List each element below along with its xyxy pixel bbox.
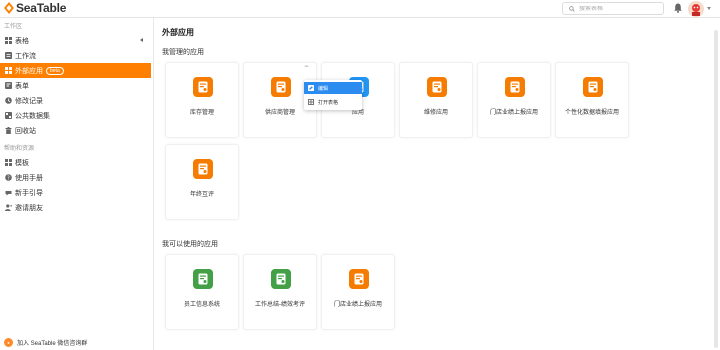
sidebar-item-label: 表单 bbox=[15, 82, 29, 90]
apps-icon bbox=[4, 67, 12, 75]
sidebar-item-label: 邀请朋友 bbox=[15, 204, 43, 212]
guide-icon bbox=[4, 189, 12, 197]
workspace-section-title: 工作区 bbox=[4, 24, 23, 30]
sidebar-item-label: 新手引导 bbox=[15, 189, 43, 197]
join-wechat-group-link[interactable]: ● 加入 SeaTable 微信咨询群 bbox=[4, 338, 87, 347]
sidebar-item-templates[interactable]: 模板 bbox=[0, 155, 153, 170]
search-icon bbox=[569, 5, 575, 12]
search-box[interactable] bbox=[562, 2, 664, 15]
sidebar-item-label: 回收站 bbox=[15, 127, 36, 135]
sidebar-item-guide[interactable]: 新手引导 bbox=[0, 185, 153, 200]
app-card-label: 员工信息系统 bbox=[183, 302, 220, 308]
app-card-label: 门店业绩上报应用 bbox=[333, 302, 382, 308]
app-name: SeaTable bbox=[16, 1, 67, 15]
sidebar-item-label: 工作流 bbox=[15, 52, 36, 60]
app-card[interactable]: 库存管理 bbox=[165, 62, 239, 138]
app-card[interactable]: 门店业绩上报应用 bbox=[477, 62, 551, 138]
sidebar-item-history[interactable]: 修改记录 bbox=[0, 93, 153, 108]
usable-apps-title: 我可以使用的应用 bbox=[162, 241, 218, 248]
sidebar-item-invite[interactable]: 邀请朋友 bbox=[0, 200, 153, 215]
my-apps-title: 我管理的应用 bbox=[162, 49, 204, 56]
app-icon bbox=[427, 77, 447, 97]
sidebar-item-label: 公共数据集 bbox=[15, 112, 50, 120]
table-icon bbox=[308, 99, 314, 105]
logo[interactable]: SeaTable bbox=[4, 1, 66, 15]
app-card-label: 维修应用 bbox=[423, 110, 448, 116]
scrollbar-thumb[interactable] bbox=[714, 30, 718, 348]
app-card-label: 个性化数据填报应用 bbox=[564, 110, 619, 116]
app-card-label: 门店业绩上报应用 bbox=[489, 110, 538, 116]
app-card[interactable]: 门店业绩上报应用 bbox=[321, 254, 395, 330]
seatable-logo-icon bbox=[4, 2, 14, 14]
chevron-left-icon[interactable] bbox=[140, 38, 143, 42]
avatar[interactable] bbox=[688, 1, 704, 17]
sidebar-item-label: 修改记录 bbox=[15, 97, 43, 105]
main-content: 外部应用 我管理的应用 库存管理 供应商管理 应用 维修应用 门店业绩上报应用 个性化数据… bbox=[154, 18, 720, 350]
app-card-label: 工作总结-绩效考评 bbox=[255, 302, 305, 308]
menu-item-label: 编辑 bbox=[318, 85, 329, 92]
app-card-label: 年终互评 bbox=[189, 192, 214, 198]
sidebar-item-label: 使用手册 bbox=[15, 174, 43, 182]
sidebar-item-label: 外部应用 bbox=[15, 67, 43, 75]
avatar-image bbox=[688, 1, 704, 17]
app-icon bbox=[271, 77, 291, 97]
app-icon bbox=[193, 77, 213, 97]
sidebar-item-trash[interactable]: 回收站 bbox=[0, 123, 153, 138]
sidebar: 工作区 表格 工作流 外部应用 beta 表单 修改记录 公共数据集 回收站 帮… bbox=[0, 18, 154, 350]
sidebar-item-external-apps[interactable]: 外部应用 beta bbox=[0, 63, 151, 78]
edit-icon bbox=[308, 85, 314, 91]
page-title: 外部应用 bbox=[162, 28, 194, 37]
context-menu: 编辑 打开表格 bbox=[304, 80, 362, 110]
dataset-icon bbox=[4, 112, 12, 120]
help-section-title: 帮助和资源 bbox=[4, 146, 35, 152]
history-icon bbox=[4, 97, 12, 105]
app-icon bbox=[271, 269, 291, 289]
app-card[interactable]: 工作总结-绩效考评 bbox=[243, 254, 317, 330]
form-icon bbox=[4, 82, 12, 90]
template-icon bbox=[4, 159, 12, 167]
wechat-icon: ● bbox=[4, 338, 13, 347]
app-icon bbox=[583, 77, 603, 97]
app-card[interactable]: 年终互评 bbox=[165, 144, 239, 220]
sidebar-item-workflow[interactable]: 工作流 bbox=[0, 48, 153, 63]
app-card[interactable]: 员工信息系统 bbox=[165, 254, 239, 330]
beta-badge: beta bbox=[46, 66, 64, 75]
svg-text:?: ? bbox=[7, 175, 10, 181]
more-options-icon[interactable]: ··· bbox=[304, 63, 309, 70]
app-card-label: 库存管理 bbox=[189, 110, 214, 116]
app-icon bbox=[505, 77, 525, 97]
sidebar-item-manual[interactable]: ? 使用手册 bbox=[0, 170, 153, 185]
invite-icon bbox=[4, 204, 12, 212]
list-icon bbox=[4, 52, 12, 60]
join-label: 加入 SeaTable 微信咨询群 bbox=[17, 341, 88, 347]
app-card[interactable]: 个性化数据填报应用 bbox=[555, 62, 629, 138]
app-icon bbox=[349, 269, 369, 289]
menu-item-label: 打开表格 bbox=[318, 99, 339, 106]
sidebar-item-tables[interactable]: 表格 bbox=[0, 33, 153, 48]
trash-icon bbox=[4, 127, 12, 135]
app-card[interactable]: 维修应用 bbox=[399, 62, 473, 138]
sidebar-item-label: 表格 bbox=[15, 37, 29, 45]
sidebar-item-label: 模板 bbox=[15, 159, 29, 167]
search-input[interactable] bbox=[579, 5, 659, 12]
bell-icon[interactable] bbox=[674, 3, 682, 13]
app-icon bbox=[193, 269, 213, 289]
sidebar-item-forms[interactable]: 表单 bbox=[0, 78, 153, 93]
grid-icon bbox=[4, 37, 12, 45]
sidebar-item-public-datasets[interactable]: 公共数据集 bbox=[0, 108, 153, 123]
menu-item-open-table[interactable]: 打开表格 bbox=[304, 96, 362, 108]
top-bar: SeaTable bbox=[0, 0, 720, 18]
chevron-down-icon[interactable] bbox=[707, 7, 711, 10]
app-icon bbox=[193, 159, 213, 179]
manual-icon: ? bbox=[4, 174, 12, 182]
menu-item-edit[interactable]: 编辑 bbox=[304, 82, 362, 94]
